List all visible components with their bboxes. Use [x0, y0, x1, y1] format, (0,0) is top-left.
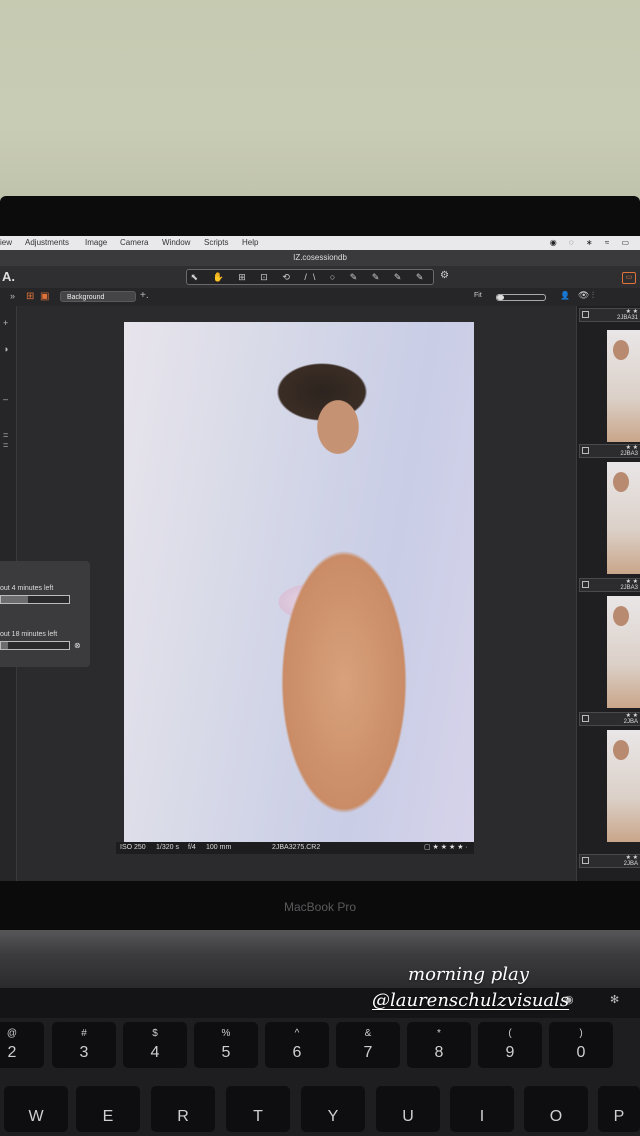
select-checkbox[interactable] — [582, 581, 589, 588]
grid-view-icon[interactable]: ⊞ — [26, 291, 34, 302]
menu-window[interactable]: Window — [162, 236, 190, 250]
gear-icon[interactable]: ⚙ — [440, 270, 449, 281]
thumb-name: 2JBA3 — [620, 451, 638, 457]
thumb-name: 2JBA3 — [620, 585, 638, 591]
key-9[interactable]: (9 — [478, 1022, 542, 1068]
iso-value: ISO 250 — [120, 844, 146, 851]
app-toolbar: A. ⬉ ✋ ⊞ ⊡ ⟲ /\ ○ ✎ ✎ ✎ ✎ ⚙ ▭ — [0, 266, 640, 288]
aperture-value: f/4 — [188, 844, 196, 851]
filename: 2JBA3275.CR2 — [272, 844, 321, 851]
caption-handle[interactable]: @laurenschulzvisuals — [372, 990, 569, 1011]
thumb-subject — [613, 606, 629, 626]
thumb-label[interactable]: ★ ★ 2JBA3 — [579, 444, 640, 458]
add-icon[interactable]: + — [3, 318, 8, 328]
key-t[interactable]: T — [226, 1086, 290, 1132]
fit-label[interactable]: Fit — [474, 292, 482, 299]
select-checkbox[interactable] — [582, 447, 589, 454]
menu-icon[interactable]: = — [3, 430, 8, 440]
expand-icon[interactable]: » — [10, 291, 15, 301]
contrast-icon[interactable]: ◑ — [3, 344, 8, 354]
thumbnail-image[interactable] — [607, 730, 640, 842]
thumbnail-image[interactable] — [607, 596, 640, 708]
progress-label-2: out 18 minutes left — [0, 631, 58, 638]
menu-camera[interactable]: Camera — [120, 236, 148, 250]
brightness-icon[interactable]: ✻ — [610, 993, 619, 1006]
key-6[interactable]: ^ 6 — [265, 1022, 329, 1068]
rating-stars[interactable]: ▢ ★ ★ ★ ★ · — [424, 842, 468, 854]
status-icons[interactable]: ◉ ◌ ∗ ≈ ▭ — [550, 236, 634, 250]
progress-panel: out 4 minutes left out 18 minutes left ⊗ — [0, 561, 90, 667]
single-view-icon[interactable]: ▣ — [40, 291, 49, 302]
window-titlebar: IZ.cosessiondb — [0, 250, 640, 266]
progress-label-1: out 4 minutes left — [0, 585, 54, 592]
focal-value: 100 mm — [206, 844, 232, 851]
thumb-name: 2JBA — [623, 861, 638, 867]
key-e[interactable]: E — [76, 1086, 140, 1132]
menu-image[interactable]: Image — [85, 236, 107, 250]
close-icon[interactable]: ⊗ — [74, 641, 81, 650]
add-collection-button[interactable]: +. — [140, 290, 149, 301]
menu-view[interactable]: iew — [0, 236, 12, 250]
thumb-subject — [613, 340, 629, 360]
key-0[interactable]: ) 0 — [549, 1022, 613, 1068]
laptop-hinge — [0, 930, 640, 990]
window-title: IZ.cosessiondb — [293, 253, 347, 262]
key-p[interactable]: P — [598, 1086, 640, 1132]
thumbnail-browser: ★ ★ 2JBA31 ★ ★ 2JBA3 ★ ★ 2JBA3 ★ ★ 2JBA … — [576, 306, 640, 881]
thumbnail-image[interactable] — [607, 330, 640, 442]
panel-toggle-button[interactable]: ▭ — [622, 272, 636, 284]
laptop-screen: iew Adjustments Image Camera Window Scri… — [0, 236, 640, 881]
key-7[interactable]: & 7 — [336, 1022, 400, 1068]
key-5[interactable]: % 5 — [194, 1022, 258, 1068]
shutter-value: 1/320 s — [156, 844, 179, 851]
mac-menubar: iew Adjustments Image Camera Window Scri… — [0, 236, 640, 250]
thumb-label[interactable]: ★ ★ 2JBA — [579, 712, 640, 726]
key-r[interactable]: R — [151, 1086, 215, 1132]
progress-bar-2-fill — [1, 642, 8, 649]
device-label: MacBook Pro — [283, 900, 357, 914]
key-w[interactable]: W — [4, 1086, 68, 1132]
portrait-photo[interactable] — [124, 322, 474, 850]
select-checkbox[interactable] — [582, 715, 589, 722]
thumb-label[interactable]: ★ ★ 2JBA3 — [579, 578, 640, 592]
thumb-label[interactable]: ★ ★ 2JBA — [579, 854, 640, 868]
key-y[interactable]: Y — [301, 1086, 365, 1132]
menu-icon-2[interactable]: = — [3, 440, 8, 450]
thumb-name: 2JBA31 — [616, 315, 638, 321]
progress-bar-1 — [0, 595, 70, 604]
app-logo: A. — [2, 269, 15, 284]
photo-info-bar: ISO 250 1/320 s f/4 100 mm 2JBA3275.CR2 … — [116, 842, 474, 854]
select-checkbox[interactable] — [582, 857, 589, 864]
key-i[interactable]: I — [450, 1086, 514, 1132]
collection-select[interactable]: Background — [60, 291, 136, 302]
eye-icon[interactable]: 👁 ⫶ — [578, 290, 594, 301]
thumb-name: 2JBA — [623, 719, 638, 725]
minus-icon[interactable]: – — [3, 394, 8, 404]
menu-help[interactable]: Help — [242, 236, 258, 250]
thumbnail-image[interactable] — [607, 462, 640, 574]
menu-adjustments[interactable]: Adjustments — [25, 236, 69, 250]
viewer-subbar: » ⊞ ▣ Background +. Fit 👤 👁 ⫶ — [0, 288, 640, 306]
key-3[interactable]: #3 — [52, 1022, 116, 1068]
zoom-slider-fill — [497, 295, 505, 300]
key-o[interactable]: O — [524, 1086, 588, 1132]
thumb-subject — [613, 472, 629, 492]
key-8[interactable]: * 8 — [407, 1022, 471, 1068]
key-2[interactable]: @2 — [0, 1022, 44, 1068]
thumb-subject — [613, 740, 629, 760]
person-icon[interactable]: 👤 — [560, 291, 570, 300]
progress-bar-2 — [0, 641, 70, 650]
select-checkbox[interactable] — [582, 311, 589, 318]
thumb-label[interactable]: ★ ★ 2JBA31 — [579, 308, 640, 322]
menu-scripts[interactable]: Scripts — [204, 236, 228, 250]
key-4[interactable]: $4 — [123, 1022, 187, 1068]
key-u[interactable]: U — [376, 1086, 440, 1132]
image-viewer: ISO 250 1/320 s f/4 100 mm 2JBA3275.CR2 … — [20, 306, 572, 881]
wall-background — [0, 0, 640, 210]
caption-title: morning play — [408, 964, 529, 985]
progress-bar-1-fill — [1, 596, 29, 603]
cursor-tools-strip[interactable]: ⬉ ✋ ⊞ ⊡ ⟲ /\ ○ ✎ ✎ ✎ ✎ — [186, 269, 434, 285]
keyboard: @2 #3 $4 % 5 ^ 6 & 7 * 8 (9 ) 0 W E R T Y U I… — [0, 1018, 640, 1136]
zoom-slider[interactable] — [496, 294, 546, 301]
